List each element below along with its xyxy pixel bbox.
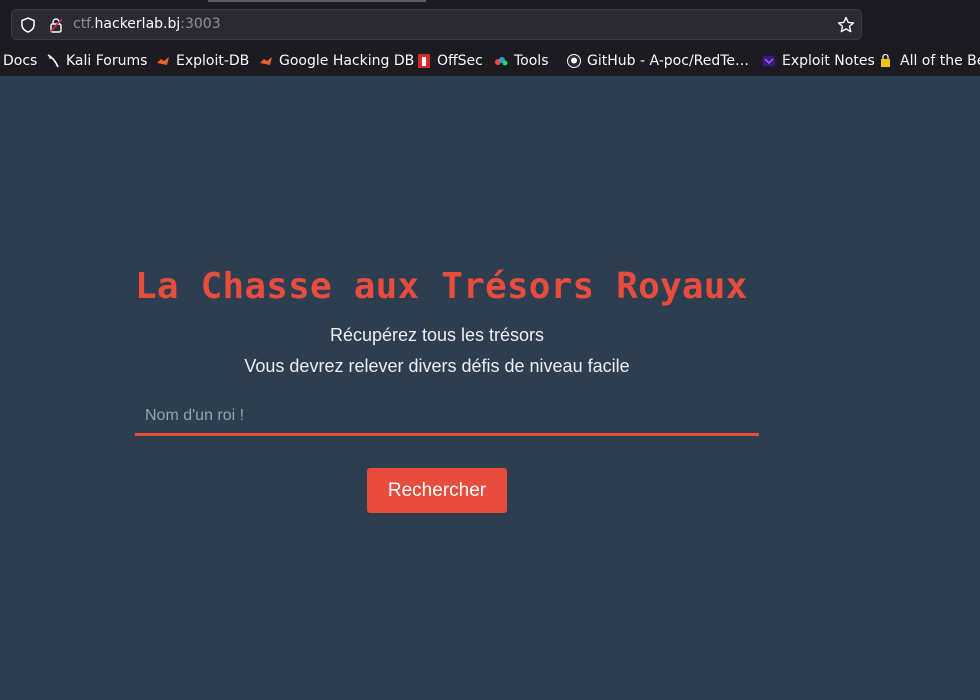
bookmark-tools[interactable]: Tools bbox=[494, 52, 549, 70]
bookmark-exploit-db[interactable]: Exploit-DB bbox=[156, 52, 249, 70]
exploit-db-icon bbox=[157, 57, 169, 65]
exploit-db-icon bbox=[260, 57, 272, 65]
bookmark-label: Exploit-DB bbox=[176, 53, 250, 69]
url-text[interactable]: ctf.hackerlab.bj:3003 bbox=[73, 16, 221, 32]
github-icon bbox=[567, 54, 581, 68]
url-prefix: ctf. bbox=[73, 16, 95, 32]
exploit-notes-icon bbox=[763, 56, 775, 66]
bookmark-label: OffSec bbox=[437, 53, 483, 69]
insecure-lock-icon[interactable] bbox=[48, 17, 64, 33]
bookmark-offsec[interactable]: OffSec bbox=[417, 52, 483, 70]
url-port: :3003 bbox=[180, 16, 221, 32]
bookmarks-toolbar: Docs Kali Forums Exploit-DB Google Hacki… bbox=[0, 48, 980, 74]
search-field-wrapper bbox=[135, 398, 759, 439]
bookmark-label: Exploit Notes bbox=[782, 53, 875, 69]
tools-icon bbox=[495, 57, 508, 66]
bookmark-star-icon[interactable] bbox=[837, 16, 855, 34]
page-subtitle: Récupérez tous les trésors bbox=[329, 325, 545, 345]
search-button[interactable]: Rechercher bbox=[367, 468, 507, 513]
shield-icon[interactable] bbox=[20, 17, 36, 33]
address-bar[interactable]: ctf.hackerlab.bj:3003 bbox=[11, 9, 862, 40]
kali-dragon-icon bbox=[47, 54, 59, 68]
bookmark-docs[interactable]: Docs bbox=[3, 52, 37, 70]
bookmark-google-hacking-db[interactable]: Google Hacking DB bbox=[259, 52, 414, 70]
browser-chrome: ctf.hackerlab.bj:3003 Docs Kali Forums E… bbox=[0, 0, 980, 76]
lock-folder-icon bbox=[881, 54, 890, 67]
url-host: hackerlab.bj bbox=[94, 16, 181, 32]
active-tab-indicator bbox=[208, 0, 426, 2]
bookmark-kali-forums[interactable]: Kali Forums bbox=[46, 52, 147, 70]
page-description: Vous devrez relever divers défis de nive… bbox=[244, 356, 630, 376]
bookmark-label: Tools bbox=[514, 53, 549, 69]
bookmark-label: Kali Forums bbox=[66, 53, 148, 69]
bookmark-all-of-the-best[interactable]: All of the Be bbox=[880, 52, 980, 70]
offsec-icon bbox=[418, 54, 430, 68]
bookmark-label: Google Hacking DB bbox=[279, 53, 415, 69]
bookmark-github[interactable]: GitHub - A-poc/RedTe… bbox=[567, 52, 749, 70]
page-title: La Chasse aux Trésors Royaux bbox=[135, 266, 748, 307]
king-name-input[interactable] bbox=[135, 398, 759, 436]
bookmark-label: Docs bbox=[3, 53, 38, 69]
bookmark-label: GitHub - A-poc/RedTe… bbox=[587, 53, 750, 69]
bookmark-label: All of the Be bbox=[900, 53, 980, 69]
bookmark-exploit-notes[interactable]: Exploit Notes bbox=[762, 52, 875, 70]
